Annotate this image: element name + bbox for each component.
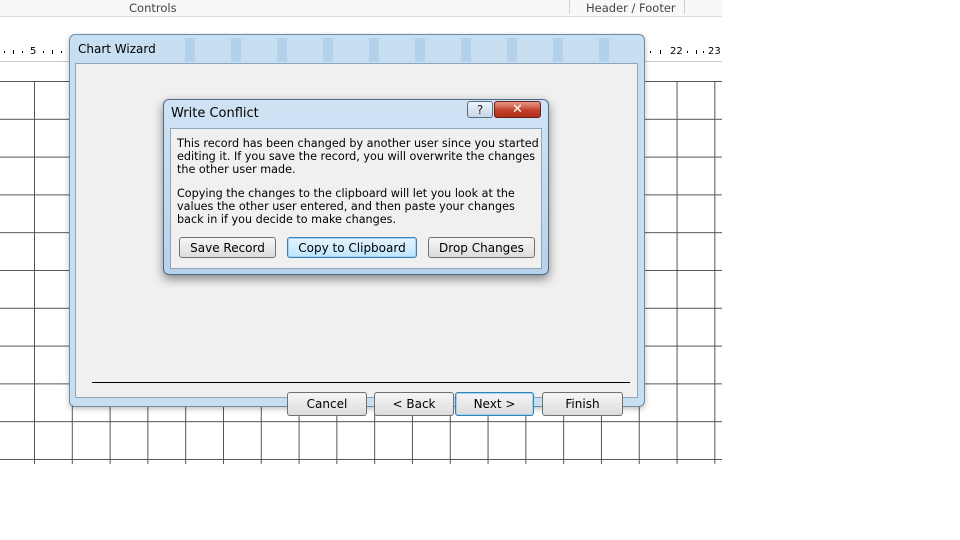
conflict-message-overwrite: This record has been changed by another … [177, 137, 539, 176]
help-button[interactable]: ? [467, 101, 493, 118]
header-footer-group-label: Header / Footer [586, 1, 676, 15]
close-button[interactable]: ✕ [494, 101, 541, 118]
ribbon-group-labels: Controls Header / Footer [0, 0, 722, 17]
ruler-mark-5: 5 [30, 46, 37, 57]
conflict-message-clipboard: Copying the changes to the clipboard wil… [177, 187, 515, 226]
save-record-button[interactable]: Save Record [179, 237, 276, 258]
write-conflict-dialog: Write Conflict ? ✕ This record has been … [163, 99, 549, 275]
ruler-mark-22: 22 [670, 46, 683, 57]
ribbon-group-separator [569, 0, 570, 14]
chart-wizard-title: Chart Wizard [78, 42, 156, 56]
back-button[interactable]: < Back [374, 392, 454, 416]
close-icon: ✕ [512, 102, 523, 117]
write-conflict-body: This record has been changed by another … [170, 128, 542, 269]
aero-glass-titlebar [155, 38, 635, 62]
wizard-separator [92, 382, 630, 383]
ruler-mark-23: 23 [708, 46, 721, 57]
write-conflict-title: Write Conflict [171, 106, 259, 121]
next-button[interactable]: Next > [455, 392, 534, 416]
finish-button[interactable]: Finish [542, 392, 623, 416]
help-icon: ? [476, 102, 484, 117]
cancel-button[interactable]: Cancel [287, 392, 367, 416]
controls-group-label: Controls [129, 1, 177, 15]
drop-changes-button[interactable]: Drop Changes [428, 237, 535, 258]
ribbon-group-separator [684, 0, 685, 14]
copy-to-clipboard-button[interactable]: Copy to Clipboard [287, 237, 417, 258]
